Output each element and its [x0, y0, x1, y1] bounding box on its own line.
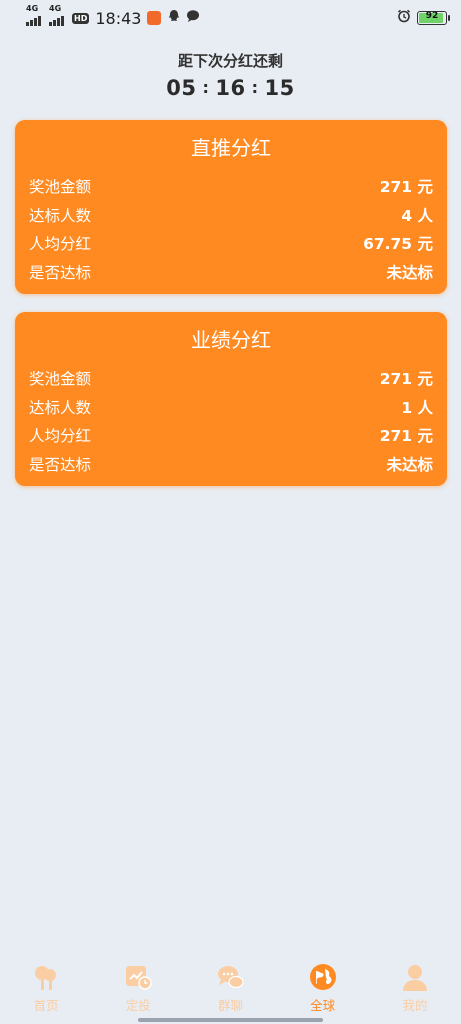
- countdown-timer: 05:16:15: [0, 76, 461, 100]
- row-value: 67.75 元: [363, 235, 433, 254]
- card-row: 奖池金额 271 元: [29, 364, 433, 393]
- status-time: 18:43: [95, 8, 142, 28]
- countdown-minutes: 16: [215, 76, 246, 100]
- tab-group-chat[interactable]: 群聊: [195, 962, 265, 1014]
- card-title: 直推分红: [191, 136, 271, 160]
- countdown-separator: :: [202, 78, 210, 97]
- network-label: 4G: [49, 4, 62, 13]
- row-value: 未达标: [386, 263, 433, 282]
- alarm-icon: [397, 9, 411, 27]
- tab-profile[interactable]: 我的: [380, 962, 450, 1014]
- card-row: 是否达标 未达标: [29, 450, 433, 479]
- card-row: 达标人数 4 人: [29, 201, 433, 230]
- card-row: 人均分红 271 元: [29, 421, 433, 450]
- tab-home[interactable]: 首页: [11, 962, 81, 1014]
- countdown-separator: :: [251, 78, 259, 97]
- app-notification-icon: [147, 11, 162, 25]
- row-label: 达标人数: [29, 398, 92, 417]
- row-label: 奖池金额: [29, 178, 92, 197]
- bottom-tab-bar: 首页 定投 群聊 全球 我的: [0, 958, 461, 1024]
- card-row: 人均分红 67.75 元: [29, 229, 433, 258]
- row-label: 奖池金额: [29, 370, 92, 389]
- tab-label: 定投: [125, 998, 151, 1013]
- row-value: 271 元: [379, 427, 433, 446]
- signal-icon: 4G: [49, 4, 64, 26]
- row-value: 271 元: [379, 370, 433, 389]
- home-indicator[interactable]: [138, 1018, 323, 1022]
- tab-label: 我的: [402, 998, 428, 1013]
- signal-icon: 4G: [26, 4, 41, 26]
- tab-global[interactable]: 全球: [288, 962, 358, 1014]
- hd-icon: HD: [72, 12, 90, 24]
- row-label: 是否达标: [29, 263, 92, 282]
- network-label: 4G: [26, 4, 39, 13]
- row-value: 1 人: [401, 398, 433, 417]
- countdown-title: 距下次分红还剩: [177, 52, 283, 70]
- row-value: 未达标: [386, 455, 433, 474]
- chart-clock-icon: [123, 962, 153, 992]
- countdown-seconds: 15: [264, 76, 295, 100]
- battery-icon: 92: [417, 11, 450, 25]
- performance-dividend-card: 业绩分红 奖池金额 271 元 达标人数 1 人 人均分红 271 元 是否达标…: [15, 312, 447, 486]
- row-label: 达标人数: [29, 206, 92, 225]
- card-row: 是否达标 未达标: [29, 258, 433, 287]
- row-value: 4 人: [401, 206, 433, 225]
- battery-percent: 92: [425, 11, 439, 21]
- chat-bubbles-icon: [215, 962, 245, 992]
- row-value: 271 元: [379, 178, 433, 197]
- direct-dividend-card: 直推分红 奖池金额 271 元 达标人数 4 人 人均分红 67.75 元 是否…: [15, 120, 447, 294]
- person-icon: [400, 962, 430, 992]
- tab-label: 全球: [310, 998, 336, 1013]
- row-label: 人均分红: [29, 427, 92, 446]
- card-row: 达标人数 1 人: [29, 393, 433, 422]
- row-label: 是否达标: [29, 455, 92, 474]
- tab-label: 群聊: [217, 998, 243, 1013]
- tab-label: 首页: [33, 998, 59, 1013]
- tab-invest[interactable]: 定投: [103, 962, 173, 1014]
- qq-icon: [167, 9, 181, 27]
- row-label: 人均分红: [29, 235, 92, 254]
- card-title: 业绩分红: [191, 328, 271, 352]
- tree-icon: [31, 962, 61, 992]
- message-icon: [186, 9, 200, 27]
- card-row: 奖池金额 271 元: [29, 172, 433, 201]
- countdown-hours: 05: [166, 76, 197, 100]
- status-bar: 4G 4G HD 18:43 92: [0, 0, 461, 36]
- globe-icon: [308, 962, 338, 992]
